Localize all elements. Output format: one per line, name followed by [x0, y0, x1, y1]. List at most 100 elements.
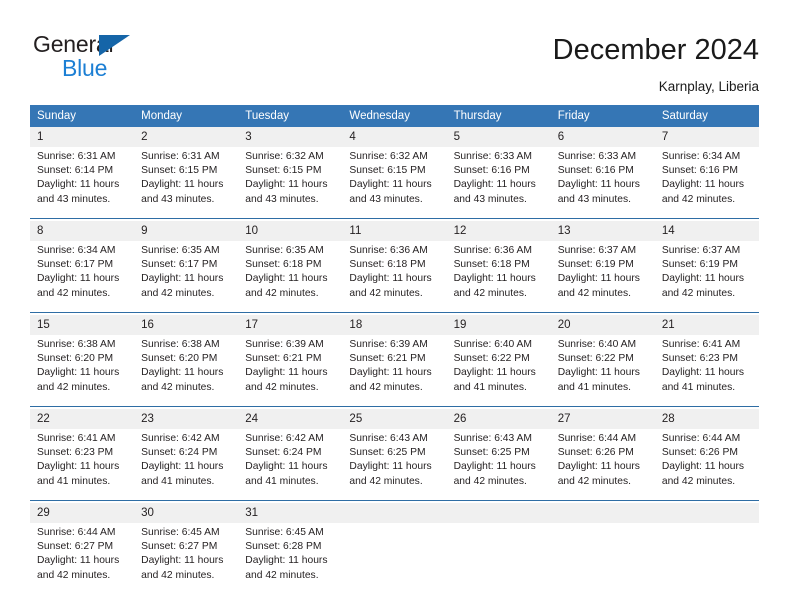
- sunset-text: Sunset: 6:22 PM: [453, 353, 530, 365]
- day-cell[interactable]: Sunrise: 6:32 AM Sunset: 6:15 PM Dayligh…: [342, 147, 447, 219]
- day-cell[interactable]: Sunrise: 6:44 AM Sunset: 6:26 PM Dayligh…: [550, 429, 655, 501]
- day-number[interactable]: 28: [654, 409, 759, 429]
- day-number[interactable]: 7: [654, 127, 759, 147]
- daylight-text-line1: Daylight: 11 hours: [245, 273, 328, 285]
- day-cell[interactable]: Sunrise: 6:33 AM Sunset: 6:16 PM Dayligh…: [550, 147, 655, 219]
- sunset-text: Sunset: 6:24 PM: [245, 447, 322, 459]
- day-number[interactable]: 2: [134, 127, 239, 147]
- day-cell[interactable]: Sunrise: 6:38 AM Sunset: 6:20 PM Dayligh…: [30, 335, 135, 407]
- day-cell[interactable]: Sunrise: 6:34 AM Sunset: 6:17 PM Dayligh…: [30, 241, 135, 313]
- day-cell[interactable]: Sunrise: 6:44 AM Sunset: 6:27 PM Dayligh…: [30, 523, 135, 594]
- day-cell[interactable]: Sunrise: 6:42 AM Sunset: 6:24 PM Dayligh…: [238, 429, 343, 501]
- sunset-text: Sunset: 6:22 PM: [557, 353, 634, 365]
- day-cell[interactable]: Sunrise: 6:37 AM Sunset: 6:19 PM Dayligh…: [654, 241, 759, 313]
- day-number-empty: [654, 503, 759, 523]
- day-number[interactable]: 29: [30, 503, 135, 523]
- day-number[interactable]: 6: [550, 127, 655, 147]
- day-cell[interactable]: Sunrise: 6:33 AM Sunset: 6:16 PM Dayligh…: [446, 147, 551, 219]
- daylight-text-line1: Daylight: 11 hours: [37, 461, 120, 473]
- day-number[interactable]: 15: [30, 315, 135, 335]
- daylight-text-line1: Daylight: 11 hours: [349, 273, 432, 285]
- day-cell[interactable]: Sunrise: 6:40 AM Sunset: 6:22 PM Dayligh…: [550, 335, 655, 407]
- daylight-text-line2: and 41 minutes.: [557, 381, 631, 393]
- sunrise-text: Sunrise: 6:43 AM: [453, 433, 532, 444]
- daylight-text-line2: and 41 minutes.: [453, 381, 527, 393]
- day-cell[interactable]: Sunrise: 6:36 AM Sunset: 6:18 PM Dayligh…: [446, 241, 551, 313]
- day-number[interactable]: 19: [446, 315, 551, 335]
- daylight-text-line1: Daylight: 11 hours: [661, 367, 745, 379]
- weekday-header-wednesday: Wednesday: [342, 105, 447, 127]
- day-number[interactable]: 18: [342, 315, 447, 335]
- day-number[interactable]: 11: [342, 221, 447, 241]
- sunrise-text: Sunrise: 6:41 AM: [37, 433, 116, 444]
- day-number[interactable]: 14: [654, 221, 759, 241]
- calendar-page: General Blue December 2024 Karnplay, Lib…: [0, 0, 792, 612]
- sunrise-text: Sunrise: 6:41 AM: [661, 339, 741, 350]
- day-cell[interactable]: Sunrise: 6:41 AM Sunset: 6:23 PM Dayligh…: [654, 335, 759, 407]
- day-cell[interactable]: Sunrise: 6:39 AM Sunset: 6:21 PM Dayligh…: [342, 335, 447, 407]
- day-number[interactable]: 23: [134, 409, 239, 429]
- day-cell[interactable]: Sunrise: 6:44 AM Sunset: 6:26 PM Dayligh…: [654, 429, 759, 501]
- day-cell[interactable]: Sunrise: 6:45 AM Sunset: 6:28 PM Dayligh…: [238, 523, 343, 594]
- day-number[interactable]: 24: [238, 409, 343, 429]
- day-number[interactable]: 26: [446, 409, 551, 429]
- week-row-4-daynumbers: 22 23 24 25 26 27 28: [30, 409, 759, 429]
- day-number[interactable]: 4: [342, 127, 447, 147]
- day-cell[interactable]: Sunrise: 6:41 AM Sunset: 6:23 PM Dayligh…: [30, 429, 135, 501]
- sunrise-text: Sunrise: 6:39 AM: [349, 339, 428, 350]
- day-cell[interactable]: Sunrise: 6:40 AM Sunset: 6:22 PM Dayligh…: [446, 335, 551, 407]
- day-cell[interactable]: Sunrise: 6:38 AM Sunset: 6:20 PM Dayligh…: [134, 335, 239, 407]
- weekday-header-monday: Monday: [134, 105, 239, 127]
- day-number[interactable]: 9: [134, 221, 239, 241]
- daylight-text-line1: Daylight: 11 hours: [245, 179, 328, 191]
- day-number[interactable]: 8: [30, 221, 135, 241]
- day-cell[interactable]: Sunrise: 6:34 AM Sunset: 6:16 PM Dayligh…: [654, 147, 759, 219]
- day-cell[interactable]: Sunrise: 6:43 AM Sunset: 6:25 PM Dayligh…: [342, 429, 447, 501]
- day-cell[interactable]: Sunrise: 6:36 AM Sunset: 6:18 PM Dayligh…: [342, 241, 447, 313]
- day-cell[interactable]: Sunrise: 6:45 AM Sunset: 6:27 PM Dayligh…: [134, 523, 239, 594]
- day-number[interactable]: 30: [134, 503, 239, 523]
- day-number[interactable]: 22: [30, 409, 135, 429]
- daylight-text-line1: Daylight: 11 hours: [557, 367, 640, 379]
- sunrise-text: Sunrise: 6:33 AM: [557, 151, 637, 162]
- week-row-5-daynumbers: 29 30 31: [30, 503, 759, 523]
- day-cell[interactable]: Sunrise: 6:35 AM Sunset: 6:18 PM Dayligh…: [238, 241, 343, 313]
- daylight-text-line1: Daylight: 11 hours: [557, 179, 640, 191]
- daylight-text-line2: and 42 minutes.: [349, 287, 423, 299]
- day-cell[interactable]: Sunrise: 6:39 AM Sunset: 6:21 PM Dayligh…: [238, 335, 343, 407]
- day-cell[interactable]: Sunrise: 6:32 AM Sunset: 6:15 PM Dayligh…: [238, 147, 343, 219]
- day-number[interactable]: 31: [238, 503, 343, 523]
- daylight-text-line2: and 42 minutes.: [141, 569, 215, 581]
- sunrise-text: Sunrise: 6:38 AM: [141, 339, 220, 350]
- day-cell[interactable]: Sunrise: 6:43 AM Sunset: 6:25 PM Dayligh…: [446, 429, 551, 501]
- day-cell-empty: [654, 523, 759, 594]
- day-number[interactable]: 25: [342, 409, 447, 429]
- daylight-text-line2: and 42 minutes.: [141, 381, 215, 393]
- day-cell[interactable]: Sunrise: 6:35 AM Sunset: 6:17 PM Dayligh…: [134, 241, 239, 313]
- day-number[interactable]: 16: [134, 315, 239, 335]
- day-number[interactable]: 10: [238, 221, 343, 241]
- day-cell[interactable]: Sunrise: 6:42 AM Sunset: 6:24 PM Dayligh…: [134, 429, 239, 501]
- daylight-text-line1: Daylight: 11 hours: [245, 461, 328, 473]
- weekday-header-tuesday: Tuesday: [238, 105, 343, 127]
- day-number[interactable]: 27: [550, 409, 655, 429]
- logo-triangle-icon: [99, 35, 130, 56]
- day-number[interactable]: 17: [238, 315, 343, 335]
- sunset-text: Sunset: 6:24 PM: [141, 447, 218, 459]
- sunrise-text: Sunrise: 6:40 AM: [557, 339, 637, 350]
- day-cell[interactable]: Sunrise: 6:37 AM Sunset: 6:19 PM Dayligh…: [550, 241, 655, 313]
- day-number[interactable]: 12: [446, 221, 551, 241]
- daylight-text-line1: Daylight: 11 hours: [349, 179, 432, 191]
- day-number[interactable]: 13: [550, 221, 655, 241]
- day-number[interactable]: 5: [446, 127, 551, 147]
- day-number-empty: [446, 503, 551, 523]
- day-cell[interactable]: Sunrise: 6:31 AM Sunset: 6:15 PM Dayligh…: [134, 147, 239, 219]
- day-cell[interactable]: Sunrise: 6:31 AM Sunset: 6:14 PM Dayligh…: [30, 147, 135, 219]
- day-number[interactable]: 20: [550, 315, 655, 335]
- daylight-text-line1: Daylight: 11 hours: [37, 555, 120, 567]
- day-number[interactable]: 21: [654, 315, 759, 335]
- day-cell-empty: [342, 523, 447, 594]
- sunset-text: Sunset: 6:17 PM: [141, 259, 218, 271]
- day-number[interactable]: 1: [30, 127, 135, 147]
- day-number[interactable]: 3: [238, 127, 343, 147]
